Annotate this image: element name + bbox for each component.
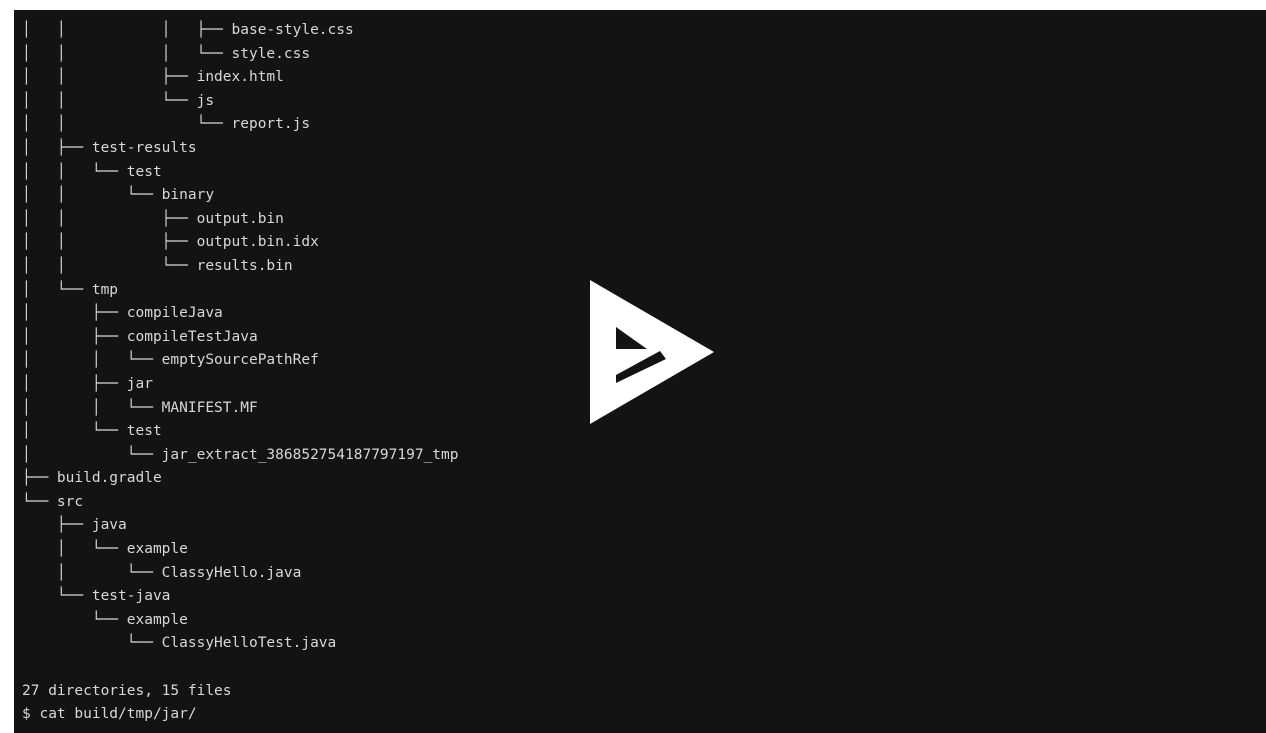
tree-line: └── src xyxy=(22,493,84,510)
tree-line: ├── build.gradle xyxy=(22,470,162,487)
terminal-player[interactable]: │ │ │ ├── base-style.css │ │ │ └── style.… xyxy=(14,10,1266,733)
tree-line: │ │ ├── output.bin.idx xyxy=(22,234,319,251)
tree-line: │ └── example xyxy=(22,541,188,558)
terminal-output: │ │ │ ├── base-style.css │ │ │ └── style.… xyxy=(22,19,459,727)
tree-line: │ │ └── js xyxy=(22,92,215,109)
tree-line: └── ClassyHelloTest.java xyxy=(22,635,337,652)
tree-line: │ │ └── results.bin xyxy=(22,257,293,274)
play-button[interactable] xyxy=(590,280,714,424)
tree-line: │ │ │ └── style.css xyxy=(22,45,311,62)
tree-line: ├── java xyxy=(22,517,127,534)
tree-line: │ ├── test-results xyxy=(22,139,197,156)
tree-line: │ └── test xyxy=(22,423,162,440)
tree-line: │ │ └── binary xyxy=(22,187,215,204)
tree-line: │ └── jar_extract_386852754187797197_tmp xyxy=(22,446,459,463)
asciinema-play-icon xyxy=(590,280,714,424)
tree-line: │ └── ClassyHello.java xyxy=(22,564,302,581)
play-triangle xyxy=(590,280,714,424)
tree-line: │ │ ├── output.bin xyxy=(22,210,284,227)
shell-prompt-line: $ cat build/tmp/jar/ xyxy=(22,706,197,723)
tree-line: │ │ └── report.js xyxy=(22,116,311,133)
tree-line: └── example xyxy=(22,611,188,628)
tree-line xyxy=(22,656,459,680)
summary-line: 27 directories, 15 files xyxy=(22,682,232,699)
tree-line: │ │ ├── index.html xyxy=(22,69,284,86)
tree-line: │ ├── compileTestJava xyxy=(22,328,258,345)
tree-line: │ └── tmp xyxy=(22,281,119,298)
tree-line: │ │ │ ├── base-style.css xyxy=(22,22,354,38)
tree-line: │ │ └── MANIFEST.MF xyxy=(22,399,258,416)
tree-line: │ │ └── emptySourcePathRef xyxy=(22,352,319,369)
tree-line: │ ├── compileJava xyxy=(22,305,223,322)
tree-line: │ ├── jar xyxy=(22,375,153,392)
tree-line: │ │ └── test xyxy=(22,163,162,180)
tree-line: └── test-java xyxy=(22,588,171,605)
